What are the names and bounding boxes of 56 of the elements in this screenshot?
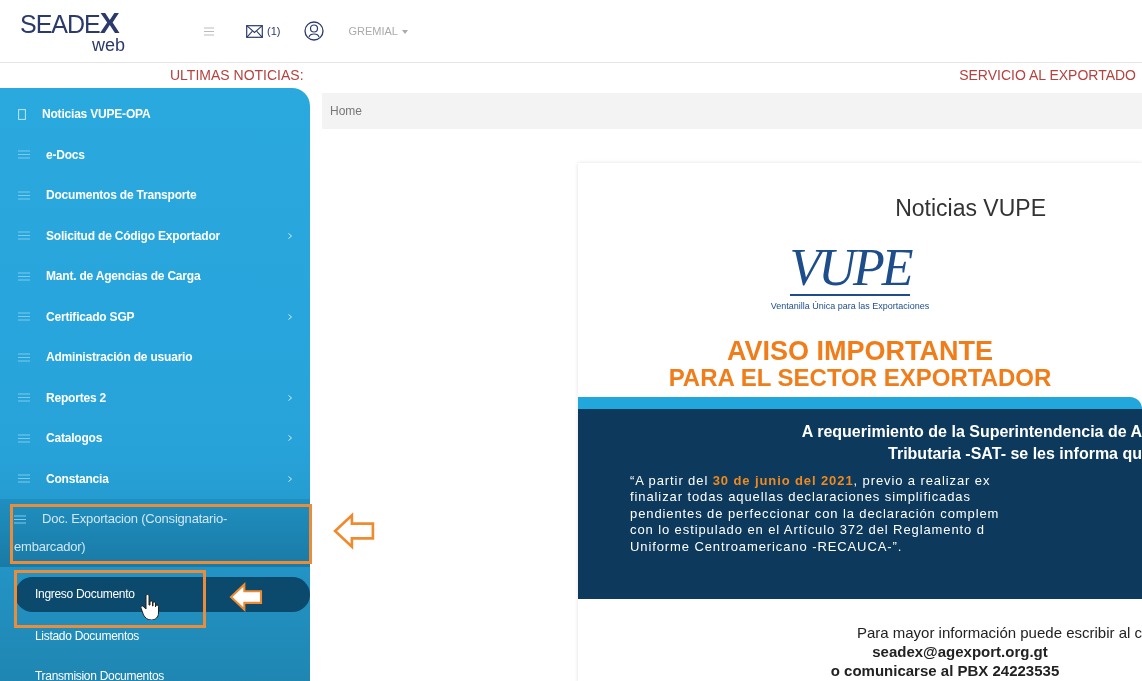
sidebar-item[interactable]: Solicitud de Código Exportador [0, 215, 310, 256]
sidebar-item[interactable]: Noticias VUPE-OPA [0, 94, 310, 135]
submenu-item[interactable]: Ingreso Documento [15, 577, 310, 612]
notice-heading: A requerimiento de la Superintendencia de A [800, 421, 1142, 442]
user-icon[interactable] [304, 21, 325, 41]
contact-text: Para mayor información puede escribir al c [855, 622, 1142, 642]
chevron-icon [288, 475, 292, 482]
sidebar-item[interactable]: Certificado SGP [0, 296, 310, 337]
messages-button[interactable]: (1) [246, 22, 281, 40]
news-ticker-label: ULTIMAS NOTICIAS: [170, 66, 304, 85]
contact-text: o comunicarse al PBX 24223535 [829, 660, 1061, 680]
list-icon [18, 433, 30, 443]
notice-text: pendientes de perfeccionar con la declaración complem [629, 505, 1001, 523]
sidebar-item[interactable]: e-Docs [0, 134, 310, 175]
logo-text: VUPE [789, 241, 911, 296]
sidebar-item[interactable]: Documentos de Transporte [0, 175, 310, 216]
chevron-icon [288, 394, 292, 401]
notice-text: finalizar todas aquellas declaraciones simplificadas [629, 489, 972, 506]
sidebar-item[interactable]: Reportes 2 [0, 377, 310, 418]
notice-text: “A partir del 30 de junio del 2021, previo a realizar ex [629, 472, 992, 490]
list-icon [18, 231, 30, 241]
sidebar-item[interactable]: Administración de usuario [0, 337, 310, 378]
chevron-icon [288, 313, 292, 320]
chevron-icon [288, 232, 292, 239]
list-icon [18, 393, 30, 403]
mail-icon [246, 24, 263, 38]
headline: AVISO IMPORTANTE [727, 337, 993, 366]
notice-text: con lo estipulado en el Artículo 372 del Reglamento d [629, 522, 986, 539]
list-icon [18, 312, 30, 322]
sidebar-item[interactable]: Doc. Exportacion (Consignatario-embarcador) [0, 499, 310, 567]
sidebar-item[interactable]: Constancia [0, 458, 310, 499]
sidebar-item[interactable]: Catalogos [0, 418, 310, 459]
caret-icon [401, 29, 408, 34]
hand-cursor-icon [141, 594, 159, 620]
news-title: Noticias VUPE [894, 194, 1047, 223]
list-icon [18, 271, 30, 281]
list-icon [18, 150, 30, 160]
sidebar-item[interactable]: Mant. de Agencias de Carga [0, 256, 310, 297]
news-ticker-text: SERVICIO AL EXPORTADO [959, 66, 1136, 85]
list-icon [14, 515, 26, 525]
list-icon [18, 352, 30, 362]
headline: PARA EL SECTOR EXPORTADOR [668, 365, 1052, 391]
submenu-item[interactable]: Transmision Documentos [0, 656, 310, 681]
arrow-icon [333, 512, 375, 550]
contact-text: seadex@agexport.org.gt [871, 641, 1049, 661]
submenu-item[interactable]: Listado Documentos [0, 616, 310, 656]
list-icon [18, 474, 30, 484]
page-icon [18, 108, 26, 120]
chevron-icon [288, 435, 292, 442]
logo[interactable]: SEADEX web [20, 8, 180, 54]
logo-caption: Ventanilla Única para las Exportaciones [770, 299, 930, 313]
breadcrumb-link[interactable]: Home [330, 102, 362, 120]
list-icon [18, 190, 30, 200]
notice-text: Uniforme Centroamericano -RECAUCA-”. [629, 538, 904, 556]
user-menu[interactable]: GREMIAL [348, 22, 408, 40]
notice-heading: Tributaria -SAT- se les informa qu [887, 443, 1142, 464]
